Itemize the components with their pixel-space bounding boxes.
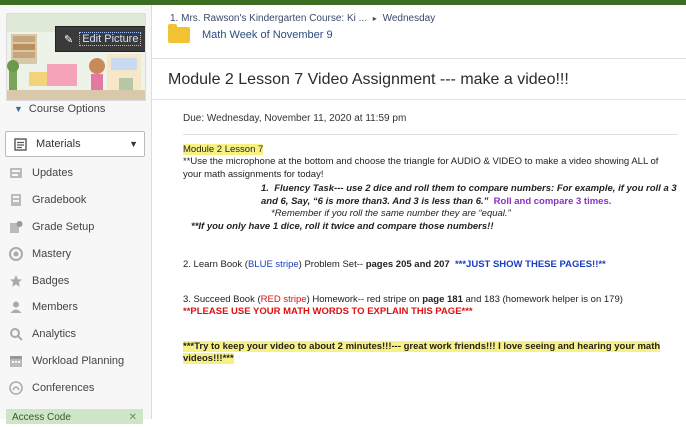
course-options-toggle[interactable]: ▼ Course Options: [14, 103, 105, 115]
learn-note: ***JUST SHOW THESE PAGES!!**: [454, 259, 606, 270]
mastery-icon: [8, 246, 24, 262]
succeed-red-text: RED stripe: [260, 293, 307, 305]
members-icon: [8, 299, 24, 315]
gradebook-icon: [8, 192, 24, 208]
sidebar-item-members[interactable]: Members: [6, 294, 146, 321]
sidebar-item-label: Badges: [32, 274, 70, 287]
page-title: Module 2 Lesson 7 Video Assignment --- m…: [168, 71, 569, 88]
breadcrumb-current-link[interactable]: Wednesday: [383, 13, 436, 24]
sidebar-item-mastery[interactable]: Mastery: [6, 240, 146, 267]
sidebar-item-badges[interactable]: Badges: [6, 267, 146, 294]
sidebar-item-label: Conferences: [32, 381, 95, 394]
materials-icon: [12, 136, 28, 152]
updates-icon: [8, 165, 24, 181]
access-code-panel[interactable]: Access Code ✕: [6, 409, 143, 424]
succeed-note: **PLEASE USE YOUR MATH WORDS TO EXPLAIN …: [183, 306, 473, 317]
edit-picture-label: Edit Picture: [79, 32, 142, 46]
learn-text: 2. Learn Book (: [183, 259, 248, 270]
chevron-down-icon[interactable]: ▼: [129, 139, 138, 149]
learn-text: ) Problem Set--: [298, 259, 366, 270]
succeed-text: 3. Succeed Book (: [183, 293, 261, 305]
sidebar-item-label: Grade Setup: [32, 220, 95, 233]
fluency-task: 1. Fluency Task--- use 2 dice and roll t…: [183, 183, 678, 208]
edit-picture-button[interactable]: ✎ Edit Picture: [55, 26, 145, 52]
sidebar-item-workload-planning[interactable]: Workload Planning: [6, 348, 146, 375]
learn-pages: pages 205 and 207: [365, 259, 450, 270]
succeed-page: page 181: [422, 293, 463, 305]
conferences-icon: [8, 380, 24, 396]
sidebar-item-conferences[interactable]: Conferences: [6, 374, 146, 401]
sidebar-item-label: Analytics: [32, 328, 77, 341]
succeed-book-item: 3. Succeed Book (RED stripe) Homework-- …: [183, 294, 678, 307]
divider: [152, 99, 686, 100]
sidebar-item-label: Mastery: [32, 247, 72, 260]
sidebar-nav: Updates Gradebook Grade Setup Mastery Ba…: [6, 160, 146, 401]
sidebar-item-grade-setup[interactable]: Grade Setup: [6, 214, 146, 241]
lesson-heading-text: Module 2 Lesson 7: [183, 143, 264, 155]
sidebar-item-label: Updates: [32, 167, 73, 180]
fluency-text: Fluency Task--- use 2 dice and roll them…: [261, 183, 677, 207]
breadcrumb: 1. Mrs. Rawson's Kindergarten Course: Ki…: [170, 13, 435, 24]
folder-icon: [168, 24, 190, 43]
folder-title: Math Week of November 9: [202, 29, 333, 41]
analytics-icon: [8, 326, 24, 342]
lesson-heading: Module 2 Lesson 7: [183, 143, 678, 157]
course-options-label: Course Options: [28, 103, 106, 115]
one-die-note: **If you only have 1 dice, roll it twice…: [191, 220, 494, 232]
sidebar-item-analytics[interactable]: Analytics: [6, 321, 146, 348]
learn-book-item: 2. Learn Book (BLUE stripe) Problem Set-…: [183, 259, 678, 272]
succeed-text: and 183 (homework helper is on 179): [462, 293, 623, 305]
breadcrumb-course-link[interactable]: 1. Mrs. Rawson's Kindergarten Course: Ki…: [170, 13, 367, 24]
workload-icon: [8, 353, 24, 369]
materials-label: Materials: [36, 138, 81, 150]
pencil-icon: ✎: [64, 33, 74, 46]
succeed-text: ) Homework-- red stripe on: [306, 293, 423, 305]
grade-setup-icon: [8, 219, 24, 235]
course-picture: ✎ Edit Picture: [6, 13, 146, 101]
divider: [152, 58, 686, 59]
fluency-number: 1.: [261, 183, 269, 194]
caret-down-icon: ▼: [14, 104, 23, 114]
sidebar-item-label: Members: [32, 301, 78, 314]
sidebar-item-label: Gradebook: [32, 194, 87, 207]
access-code-label: Access Code: [12, 412, 71, 423]
closing-note-text: ***Try to keep your video to about 2 min…: [183, 340, 661, 364]
breadcrumb-separator-icon: ▸: [372, 14, 377, 23]
due-date: Due: Wednesday, November 11, 2020 at 11:…: [183, 113, 678, 135]
materials-nav-item[interactable]: Materials ▼: [5, 131, 145, 157]
learn-blue-text: BLUE stripe: [247, 259, 299, 270]
sidebar-item-label: Workload Planning: [32, 354, 125, 367]
sidebar-item-updates[interactable]: Updates: [6, 160, 146, 187]
intro-text: **Use the microphone at the bottom and c…: [183, 156, 659, 180]
folder-header: Math Week of November 9: [168, 24, 333, 43]
sidebar-item-gradebook[interactable]: Gradebook: [6, 187, 146, 214]
badge-icon: [8, 273, 24, 289]
sidebar: ✎ Edit Picture ▼ Course Options Material…: [0, 5, 152, 424]
assignment-body: Due: Wednesday, November 11, 2020 at 11:…: [183, 113, 678, 366]
close-icon[interactable]: ✕: [129, 409, 137, 427]
fluency-highlight: Roll and compare 3 times.: [493, 195, 612, 207]
remember-note: *Remember if you roll the same number th…: [271, 208, 511, 219]
closing-note: ***Try to keep your video to about 2 min…: [183, 340, 678, 366]
